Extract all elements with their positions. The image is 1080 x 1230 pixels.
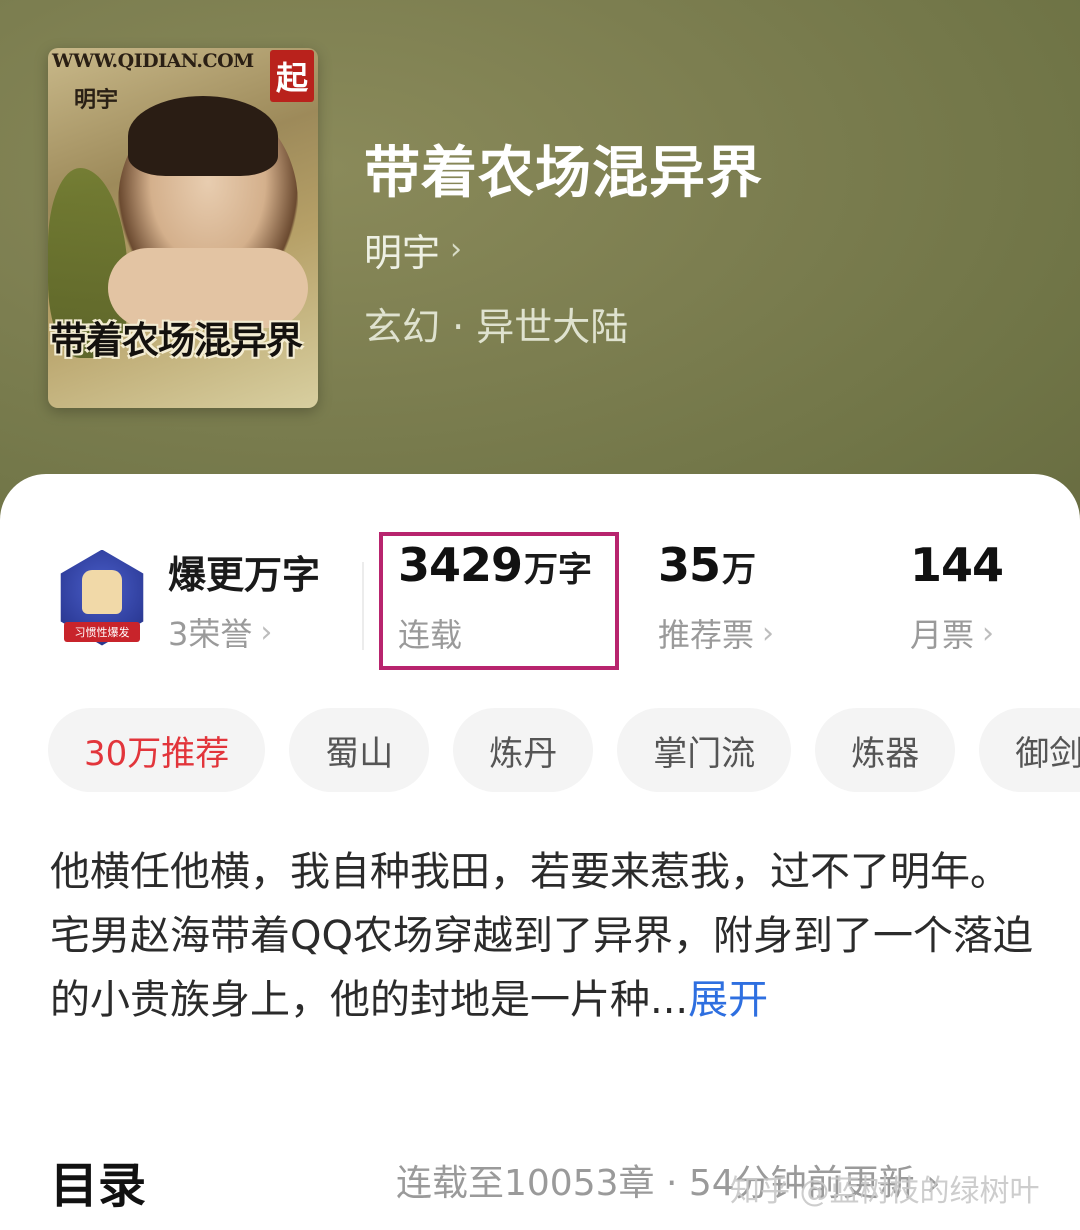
tag-list: 30万推荐 蜀山 炼丹 掌门流 炼器 御剑 xyxy=(48,708,1080,792)
divider xyxy=(362,562,364,650)
tag-chip[interactable]: 30万推荐 xyxy=(48,708,266,792)
recommend-unit: 万 xyxy=(722,550,757,590)
chevron-right-icon: › xyxy=(982,615,995,651)
cover-title: 带着农场混异界 xyxy=(50,319,303,362)
tag-chip[interactable]: 炼丹 xyxy=(453,708,594,792)
honor-count: 3荣誉 › xyxy=(168,614,273,654)
word-count-value: 3429 xyxy=(398,538,523,592)
book-detail-card: 习惯性爆发 爆更万字 3荣誉 › 3429万字 连载 35万 推荐票 › 144… xyxy=(0,474,1080,1230)
author-link[interactable]: 明宇 › xyxy=(364,222,462,277)
serial-status: 连载 xyxy=(398,616,463,654)
chevron-right-icon: › xyxy=(762,615,775,651)
tag-chip[interactable]: 蜀山 xyxy=(289,708,430,792)
catalog-title[interactable]: 目录 xyxy=(50,1146,146,1216)
honor-entry[interactable]: 习惯性爆发 爆更万字 3荣誉 › xyxy=(50,544,320,655)
word-count-unit: 万字 xyxy=(524,550,593,590)
qidian-logo-icon: 起 xyxy=(270,50,314,102)
description-line: 宅男赵海带着QQ农场穿越到了异界，附身到了一个落迫的小贵族身上，他的封地是一片种… xyxy=(50,913,1033,1023)
chevron-right-icon: › xyxy=(260,614,273,650)
tag-chip[interactable]: 掌门流 xyxy=(617,708,792,792)
tag-chip[interactable]: 御剑 xyxy=(979,708,1080,792)
monthly-ticket-stat[interactable]: 144 月票 › xyxy=(910,538,1004,656)
honor-badge-icon: 习惯性爆发 xyxy=(50,548,154,652)
book-cover[interactable]: WWW.QIDIAN.COM 起 明宇 带着农场混异界 xyxy=(48,48,318,408)
description-line: 他横任他横，我自种我田，若要来惹我，过不了明年。 xyxy=(50,849,1010,895)
recommend-label: 推荐票 xyxy=(658,616,755,654)
fist-icon xyxy=(82,569,122,614)
cover-author: 明宇 xyxy=(74,88,119,113)
expand-link[interactable]: 展开 xyxy=(688,977,768,1023)
watermark: 知乎 @蓝树枝的绿树叶 xyxy=(730,1174,1040,1209)
chevron-right-icon: › xyxy=(450,232,463,267)
monthly-label: 月票 xyxy=(910,616,975,654)
book-description: 他横任他横，我自种我田，若要来惹我，过不了明年。 宅男赵海带着QQ农场穿越到了异… xyxy=(50,840,1040,1032)
recommend-value: 35 xyxy=(658,538,721,592)
book-genre: 玄幻 · 异世大陆 xyxy=(364,305,629,349)
monthly-value: 144 xyxy=(910,538,1004,592)
author-name: 明宇 xyxy=(364,231,441,275)
honor-title: 爆更万字 xyxy=(168,553,321,597)
badge-ribbon: 习惯性爆发 xyxy=(64,621,140,642)
word-count-stat: 3429万字 连载 xyxy=(398,538,592,656)
book-title: 带着农场混异界 xyxy=(364,140,763,206)
recommend-ticket-stat[interactable]: 35万 推荐票 › xyxy=(658,538,774,656)
cover-hair xyxy=(128,96,278,176)
cover-site-text: WWW.QIDIAN.COM xyxy=(52,50,254,72)
tag-chip[interactable]: 炼器 xyxy=(815,708,956,792)
